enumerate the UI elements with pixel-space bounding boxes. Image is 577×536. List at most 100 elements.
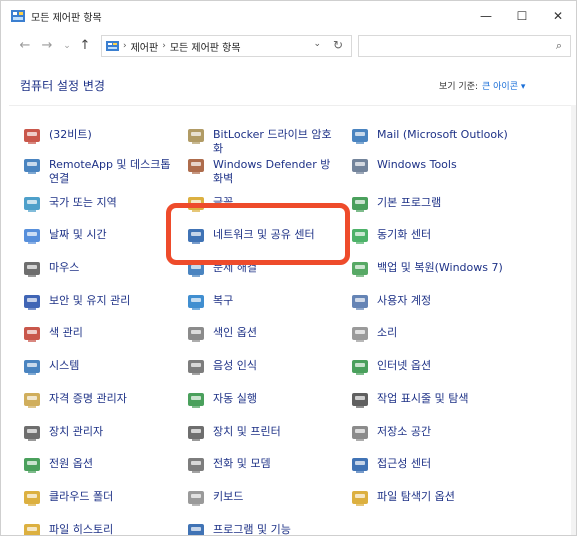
remoteapp-icon: [21, 155, 43, 177]
address-dropdown-icon[interactable]: ⌄: [313, 39, 321, 49]
control-panel-item[interactable]: 보안 및 유지 관리: [21, 291, 171, 313]
control-panel-item[interactable]: 클라우드 폴더: [21, 487, 171, 509]
control-panel-item[interactable]: 장치 및 프린터: [185, 422, 335, 444]
control-panel-item-label: Windows Tools: [377, 158, 457, 171]
mail-icon: [349, 125, 371, 147]
control-panel-item[interactable]: 색인 옵션: [185, 323, 335, 345]
control-panel-item-label: 마우스: [49, 261, 80, 274]
control-panel-item[interactable]: 국가 또는 지역: [21, 193, 171, 215]
control-panel-item[interactable]: 전화 및 모뎀: [185, 454, 335, 476]
minimize-button[interactable]: —: [468, 1, 504, 31]
control-panel-item-label: 프로그램 및 기능: [213, 523, 291, 536]
control-panel-item[interactable]: 색 관리: [21, 323, 171, 345]
control-panel-item-label: (32비트): [49, 128, 92, 141]
search-icon: ⌕: [555, 39, 562, 52]
control-panel-item-label: 복구: [213, 294, 234, 307]
breadcrumb-control-panel[interactable]: 제어판: [131, 39, 159, 54]
search-input[interactable]: ⌕: [358, 35, 571, 57]
control-panel-item-label: 동기화 센터: [377, 228, 432, 241]
window-title: 모든 제어판 항목: [31, 12, 102, 24]
control-panel-item[interactable]: 소리: [349, 323, 529, 345]
printer-icon: [185, 422, 207, 444]
breadcrumb-separator-icon: ›: [123, 41, 127, 51]
java-icon: [21, 125, 43, 147]
control-panel-item[interactable]: 사용자 계정: [349, 291, 529, 313]
control-panel-item-label: 사용자 계정: [377, 294, 432, 307]
control-panel-item[interactable]: 백업 및 복원(Windows 7): [349, 258, 529, 280]
view-by-label: 보기 기준:: [439, 82, 479, 92]
control-panel-item[interactable]: 파일 히스토리: [21, 520, 171, 536]
control-panel-item-label: 파일 히스토리: [49, 523, 114, 536]
control-panel-item[interactable]: 시스템: [21, 356, 171, 378]
back-arrow-icon[interactable]: ←: [17, 37, 33, 55]
sync-icon: [349, 225, 371, 247]
control-panel-item[interactable]: 복구: [185, 291, 335, 313]
accessibility-icon: [349, 454, 371, 476]
control-panel-item[interactable]: Mail (Microsoft Outlook): [349, 125, 529, 147]
divider: [9, 105, 571, 106]
control-panel-item[interactable]: 프로그램 및 기능: [185, 520, 335, 536]
region-icon: [21, 193, 43, 215]
control-panel-item[interactable]: RemoteApp 및 데스크톱 연결: [21, 155, 171, 186]
control-panel-item-label: 클라우드 폴더: [49, 490, 114, 503]
control-panel-item[interactable]: 전원 옵션: [21, 454, 171, 476]
title-bar: 모든 제어판 항목 — ☐ ✕: [1, 1, 576, 31]
control-panel-item[interactable]: 마우스: [21, 258, 171, 280]
control-panel-item[interactable]: Windows Defender 방화벽: [185, 155, 335, 186]
control-panel-item[interactable]: (32비트): [21, 125, 171, 147]
control-panel-item-label: 접근성 센터: [377, 457, 432, 470]
control-panel-item[interactable]: 자격 증명 관리자: [21, 389, 171, 411]
storage-icon: [349, 422, 371, 444]
control-panel-item-label: 백업 및 복원(Windows 7): [377, 261, 503, 274]
control-panel-item[interactable]: 접근성 센터: [349, 454, 529, 476]
forward-arrow-icon[interactable]: →: [39, 37, 55, 55]
speaker-icon: [349, 323, 371, 345]
view-by-dropdown[interactable]: 큰 아이콘 ▾: [482, 82, 525, 92]
control-panel-item[interactable]: BitLocker 드라이브 암호화: [185, 125, 335, 156]
maximize-button[interactable]: ☐: [504, 1, 540, 31]
work-folders-icon: [21, 487, 43, 509]
monitor-icon: [21, 356, 43, 378]
autoplay-icon: [185, 389, 207, 411]
power-icon: [21, 454, 43, 476]
close-button[interactable]: ✕: [540, 1, 576, 31]
control-panel-item-label: 국가 또는 지역: [49, 196, 117, 209]
control-panel-item[interactable]: 기본 프로그램: [349, 193, 529, 215]
breadcrumb-all-items[interactable]: 모든 제어판 항목: [170, 39, 241, 54]
control-panel-item-label: 소리: [377, 326, 398, 339]
up-arrow-icon[interactable]: ↑: [77, 37, 93, 55]
control-panel-item-label: 키보드: [213, 490, 244, 503]
navigation-bar: ← → ⌄ ↑ › 제어판 › 모든 제어판 항목 ⌄ ↻ ⌕: [1, 33, 576, 59]
calendar-clock-icon: [21, 225, 43, 247]
control-panel-item[interactable]: 장치 관리자: [21, 422, 171, 444]
control-panel-item[interactable]: 파일 탐색기 옵션: [349, 487, 529, 509]
address-bar[interactable]: › 제어판 › 모든 제어판 항목 ⌄ ↻: [101, 35, 352, 57]
users-icon: [349, 291, 371, 313]
control-panel-item[interactable]: 작업 표시줄 및 탐색: [349, 389, 529, 411]
control-panel-item-label: 장치 관리자: [49, 425, 104, 438]
control-panel-icon: [106, 41, 119, 51]
control-panel-item[interactable]: 동기화 센터: [349, 225, 529, 247]
key-icon: [185, 125, 207, 147]
control-panel-item[interactable]: 저장소 공간: [349, 422, 529, 444]
control-panel-item[interactable]: 자동 실행: [185, 389, 335, 411]
flag-icon: [21, 291, 43, 313]
phone-icon: [185, 454, 207, 476]
control-panel-item-label: 인터넷 옵션: [377, 359, 432, 372]
control-panel-item[interactable]: 날짜 및 시간: [21, 225, 171, 247]
control-panel-item[interactable]: 키보드: [185, 487, 335, 509]
indexing-icon: [185, 323, 207, 345]
control-panel-icon: [11, 10, 25, 22]
globe-icon: [349, 356, 371, 378]
control-panel-item[interactable]: 인터넷 옵션: [349, 356, 529, 378]
control-panel-item-label: 장치 및 프린터: [213, 425, 281, 438]
scrollbar[interactable]: [571, 105, 576, 535]
refresh-icon[interactable]: ↻: [333, 38, 343, 52]
recent-locations-chevron-icon[interactable]: ⌄: [59, 37, 75, 55]
control-panel-item[interactable]: 음성 인식: [185, 356, 335, 378]
control-panel-item-label: 자동 실행: [213, 392, 257, 405]
backup-icon: [349, 258, 371, 280]
recovery-icon: [185, 291, 207, 313]
control-panel-item-label: Mail (Microsoft Outlook): [377, 128, 508, 141]
control-panel-item[interactable]: Windows Tools: [349, 155, 529, 177]
